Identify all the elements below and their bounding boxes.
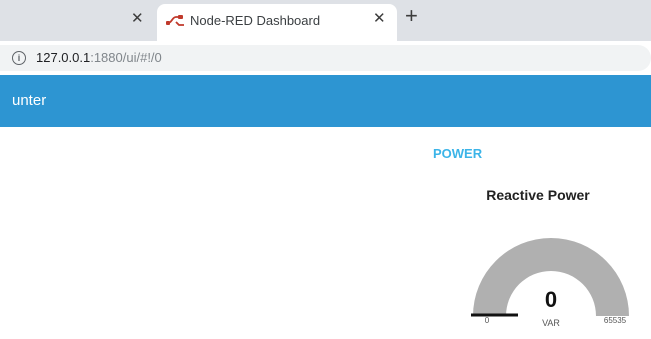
gauge-value: 0 (545, 287, 557, 312)
dashboard-toolbar: unter (0, 75, 651, 127)
node-red-icon (166, 15, 184, 26)
url-host: 127.0.0.1 (36, 50, 91, 65)
url-path: :1880/ui/#!/0 (90, 50, 162, 65)
gauge-min-label: 0 (485, 316, 490, 325)
group-title: POWER (433, 146, 483, 161)
gauge-max-label: 65535 (604, 316, 627, 325)
browser-tab-strip: ✕ Node-RED Dashboard ✕ + (0, 0, 651, 41)
close-icon[interactable]: ✕ (131, 9, 144, 27)
info-icon[interactable]: i (12, 51, 26, 65)
dashboard-content: POWER Reactive Power 0 VAR 0 65535 (0, 127, 651, 339)
plus-icon[interactable]: + (405, 3, 418, 29)
tab-title: Node-RED Dashboard (190, 13, 321, 28)
browser-tab-previous[interactable]: ✕ (0, 0, 156, 41)
close-icon[interactable]: ✕ (373, 9, 386, 27)
browser-tab-node-red-dashboard[interactable]: Node-RED Dashboard ✕ (157, 4, 397, 41)
url-field[interactable]: i 127.0.0.1:1880/ui/#!/0 (0, 45, 651, 71)
gauge-title: Reactive Power (486, 187, 590, 203)
url-text: 127.0.0.1:1880/ui/#!/0 (36, 50, 162, 65)
power-group-card: POWER Reactive Power 0 VAR 0 65535 (425, 127, 651, 339)
address-bar: i 127.0.0.1:1880/ui/#!/0 (0, 41, 651, 75)
reactive-power-gauge: 0 VAR 0 65535 (471, 238, 629, 328)
gauge-units: VAR (542, 318, 560, 328)
dashboard-title: unter (12, 92, 47, 109)
